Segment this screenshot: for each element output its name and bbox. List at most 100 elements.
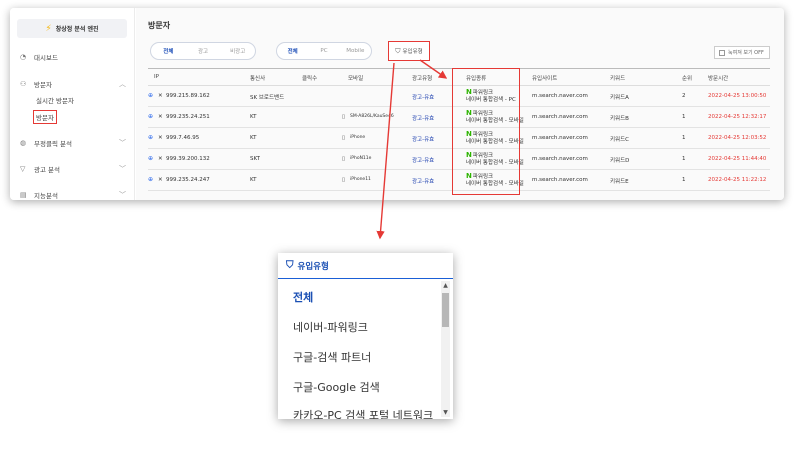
option-all[interactable]: 전체 bbox=[293, 289, 313, 305]
tab-ad[interactable]: 광고 bbox=[186, 47, 221, 55]
ip-flag-icon: ✕ bbox=[158, 93, 163, 99]
option-kakao-pc[interactable]: 카카오-PC 검색 포털 네트워크 bbox=[293, 407, 433, 419]
col-ip: IP bbox=[154, 74, 159, 80]
time-cell: 2022-04-25 11:44:40 bbox=[708, 156, 767, 162]
ip-cell: 999.235.24.247 bbox=[166, 177, 210, 183]
page-title: 방문자 bbox=[148, 21, 171, 30]
col-clicks: 클릭수 bbox=[302, 76, 318, 82]
time-cell: 2022-04-25 12:32:17 bbox=[708, 114, 767, 120]
source-column-highlight bbox=[452, 68, 520, 195]
carrier-cell: KT bbox=[250, 114, 257, 120]
mobile-cell: iPhoN11e bbox=[350, 156, 372, 161]
tab-ad-all[interactable]: 전체 bbox=[151, 47, 186, 55]
inflow-type-dropdown: ⛉ 유입유형 전체 네이버-파워링크 구글-검색 파트너 구글-Google 검… bbox=[278, 253, 453, 419]
mobile-cell: SM-A826L/KauSe46 bbox=[350, 114, 394, 119]
mobile-cell: iPhone11 bbox=[350, 177, 371, 182]
filter-icon: ⛉ bbox=[286, 260, 294, 271]
inflow-type-button[interactable]: ⛉ 유입유형 bbox=[388, 41, 430, 61]
option-naver-powerlink[interactable]: 네이버-파워링크 bbox=[293, 319, 368, 335]
ad-type-cell[interactable]: 광고-유효 bbox=[412, 135, 434, 143]
toggle-label: 눅여져 보기 OFF bbox=[728, 50, 764, 56]
mobile-cell: iPhone bbox=[350, 135, 366, 140]
option-google-search[interactable]: 구글-Google 검색 bbox=[293, 379, 380, 395]
ad-type-cell[interactable]: 광고-유효 bbox=[412, 114, 434, 122]
site-cell: m.search.naver.com bbox=[532, 156, 588, 162]
filter-icon: ▽ bbox=[20, 165, 26, 173]
device-tabs: 전체 PC Mobile bbox=[276, 42, 372, 60]
sidebar-item-insight[interactable]: ▤ 지능분석 ﹀ bbox=[10, 190, 135, 200]
ad-type-cell[interactable]: 광고-유효 bbox=[412, 93, 434, 101]
ip-flag-icon: ✕ bbox=[158, 114, 163, 120]
dropdown-scrollbar[interactable]: ▲ ▼ bbox=[441, 281, 450, 417]
phone-icon: ▯ bbox=[342, 177, 346, 183]
ad-type-tabs: 전체 광고 비광고 bbox=[150, 42, 256, 60]
visitor-icon: ⚇ bbox=[20, 80, 27, 88]
keyword-cell: 키워드A bbox=[610, 95, 629, 101]
phone-icon: ▯ bbox=[342, 135, 346, 141]
ip-cell: 999.7.46.95 bbox=[166, 135, 200, 141]
rank-cell: 1 bbox=[682, 177, 686, 183]
ip-flag-icon: ✕ bbox=[158, 177, 163, 183]
expand-icon[interactable]: ⊕ bbox=[148, 92, 153, 99]
brand-name: 창상정 분석 엔진 bbox=[55, 26, 99, 33]
sidebar-item-visitor[interactable]: ⚇ 방문자 ︿ bbox=[10, 79, 135, 89]
sidebar-subitem-realtime[interactable]: 실시간 방문자 bbox=[36, 95, 74, 105]
chevron-down-icon: ﹀ bbox=[119, 191, 126, 199]
site-cell: m.search.naver.com bbox=[532, 135, 588, 141]
rank-cell: 1 bbox=[682, 135, 686, 141]
checkbox[interactable] bbox=[719, 49, 725, 56]
phone-icon: ▯ bbox=[342, 114, 346, 120]
visitor-screen: ⚡ 창상정 분석 엔진 ◔ 대시보드 ⚇ 방문자 ︿ 실시간 방문자 방문자 ◍… bbox=[10, 8, 784, 200]
chevron-down-icon: ﹀ bbox=[119, 165, 126, 173]
expand-icon[interactable]: ⊕ bbox=[148, 176, 153, 183]
sidebar: ⚡ 창상정 분석 엔진 ◔ 대시보드 ⚇ 방문자 ︿ 실시간 방문자 방문자 ◍… bbox=[10, 8, 135, 200]
scroll-thumb[interactable] bbox=[442, 293, 449, 327]
tab-non-ad[interactable]: 비광고 bbox=[220, 47, 255, 55]
sidebar-item-dashboard[interactable]: ◔ 대시보드 bbox=[10, 52, 135, 62]
phone-icon: ▯ bbox=[342, 156, 346, 162]
expand-icon[interactable]: ⊕ bbox=[148, 155, 153, 162]
ip-flag-icon: ✕ bbox=[158, 135, 163, 141]
chart-icon: ▤ bbox=[20, 191, 27, 199]
carrier-cell: KT bbox=[250, 135, 257, 141]
sidebar-item-ad[interactable]: ▽ 광고 분석 ﹀ bbox=[10, 164, 135, 174]
dropdown-header: ⛉ 유입유형 bbox=[278, 253, 453, 279]
time-cell: 2022-04-25 12:03:52 bbox=[708, 135, 767, 141]
scroll-down-icon[interactable]: ▼ bbox=[441, 408, 450, 417]
tab-pc[interactable]: PC bbox=[308, 48, 339, 54]
ad-type-cell[interactable]: 광고-유효 bbox=[412, 177, 434, 185]
keyword-cell: 키워드C bbox=[610, 137, 630, 143]
shield-icon: ◍ bbox=[20, 139, 27, 147]
sidebar-subitem-visitor[interactable]: 방문자 bbox=[33, 110, 57, 124]
ip-cell: 999.235.24.251 bbox=[166, 114, 210, 120]
keyword-cell: 키워드B bbox=[610, 116, 629, 122]
ad-type-cell[interactable]: 광고-유효 bbox=[412, 156, 434, 164]
scroll-up-icon[interactable]: ▲ bbox=[441, 281, 450, 290]
time-cell: 2022-04-25 13:00:50 bbox=[708, 93, 767, 99]
ip-cell: 999.39.200.132 bbox=[166, 156, 210, 162]
bolt-icon: ⚡ bbox=[45, 23, 52, 34]
hidden-view-toggle[interactable]: 눅여져 보기 OFF bbox=[714, 46, 770, 59]
filter-icon: ⛉ bbox=[395, 46, 401, 55]
dashboard-icon: ◔ bbox=[20, 53, 27, 61]
option-google-partner[interactable]: 구글-검색 파트너 bbox=[293, 349, 371, 365]
tab-device-all[interactable]: 전체 bbox=[277, 47, 308, 55]
sidebar-item-fraud[interactable]: ◍ 부정클릭 분석 ﹀ bbox=[10, 138, 135, 148]
expand-icon[interactable]: ⊕ bbox=[148, 113, 153, 120]
col-rank: 순위 bbox=[682, 76, 693, 82]
sidebar-item-label: 방문자 bbox=[34, 81, 52, 89]
sidebar-item-label: 부정클릭 분석 bbox=[34, 140, 72, 148]
rank-cell: 1 bbox=[682, 156, 686, 162]
tab-mobile[interactable]: Mobile bbox=[340, 48, 371, 54]
sidebar-item-label: 대시보드 bbox=[34, 54, 58, 62]
site-cell: m.search.naver.com bbox=[532, 114, 588, 120]
brand-logo: ⚡ 창상정 분석 엔진 bbox=[17, 19, 127, 38]
inflow-type-label: 유입유형 bbox=[402, 49, 423, 55]
sidebar-item-label: 광고 분석 bbox=[34, 166, 60, 174]
col-keyword: 키워드 bbox=[610, 76, 626, 82]
rank-cell: 2 bbox=[682, 93, 686, 99]
carrier-cell: SKT bbox=[250, 156, 261, 162]
expand-icon[interactable]: ⊕ bbox=[148, 134, 153, 141]
keyword-cell: 키워드E bbox=[610, 179, 629, 185]
col-carrier: 통신사 bbox=[250, 76, 266, 82]
